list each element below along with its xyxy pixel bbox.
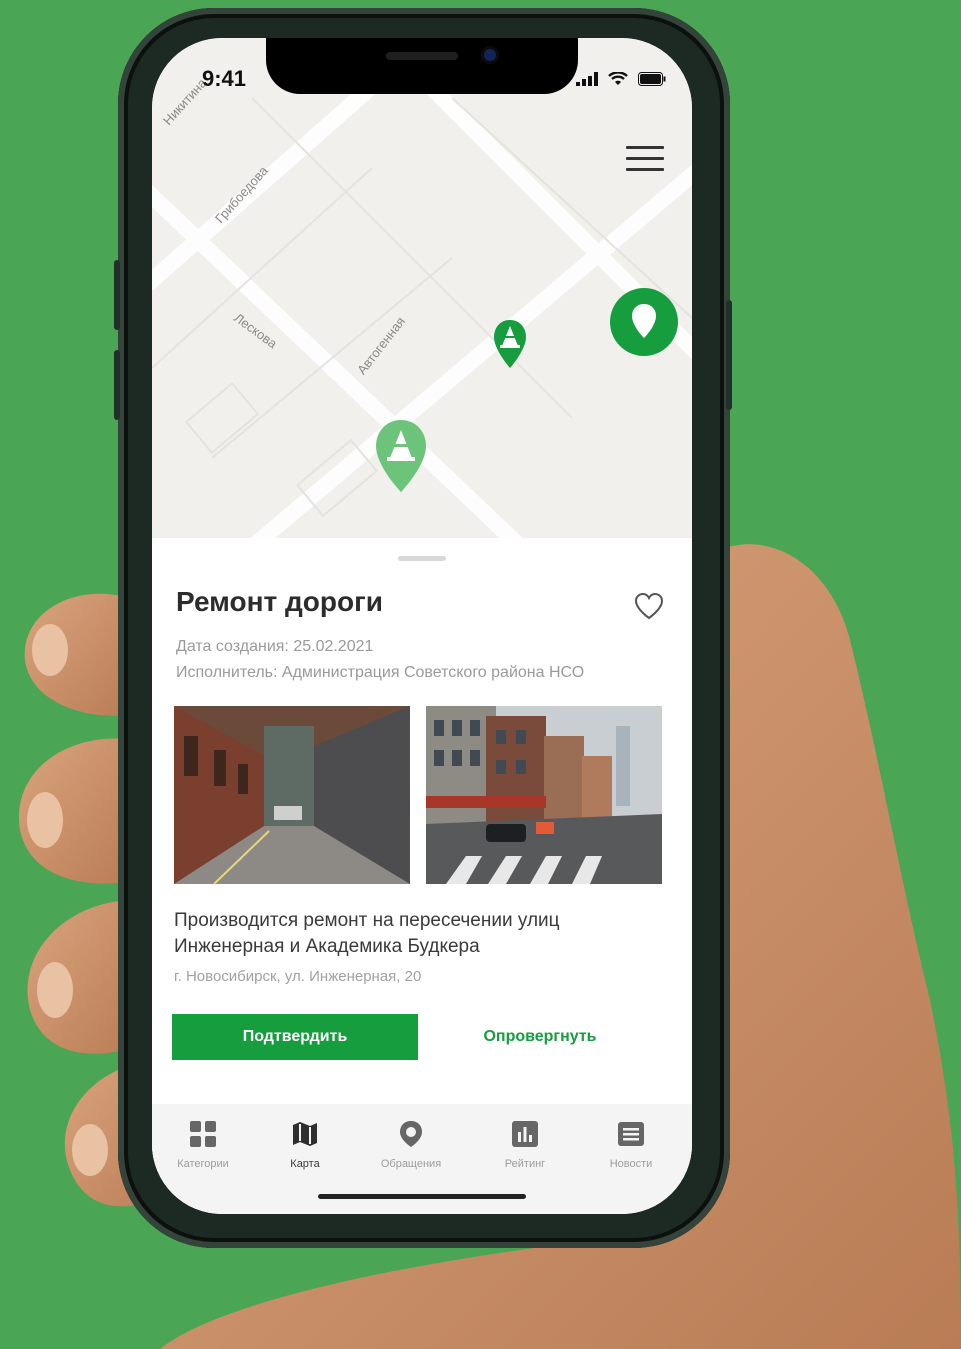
pin-icon [400, 1121, 422, 1147]
tab-news[interactable]: Новости [586, 1120, 676, 1172]
phone-volume-button [114, 260, 120, 330]
issue-description: Производится ремонт на пересечении улиц … [174, 910, 560, 957]
wifi-icon [608, 72, 628, 85]
issue-photo[interactable] [174, 706, 410, 884]
notch [266, 38, 578, 94]
battery-icon [638, 72, 666, 86]
tab-categories[interactable]: Категории [158, 1120, 248, 1172]
tab-appeals[interactable]: Обращения [366, 1120, 456, 1172]
home-indicator[interactable] [318, 1194, 526, 1199]
confirm-button[interactable]: Подтвердить [172, 1014, 418, 1060]
issue-photo[interactable] [426, 706, 662, 884]
map-icon [293, 1122, 317, 1146]
tab-rating[interactable]: Рейтинг [480, 1120, 570, 1172]
issue-title: Ремонт дороги [176, 586, 383, 617]
tab-label: Обращения [380, 1158, 442, 1170]
issue-address: г. Новосибирск, ул. Инженерная, 20 [174, 968, 422, 985]
tab-label: Категории [177, 1158, 229, 1170]
hamburger-icon [626, 146, 664, 149]
phone-volume-button [114, 350, 120, 420]
deny-button[interactable]: Опровергнуть [462, 1014, 618, 1060]
heart-icon[interactable] [634, 592, 664, 620]
status-icons [576, 72, 666, 86]
tab-map[interactable]: Карта [260, 1120, 350, 1172]
app-screen: Никитина Грибоедова Лескова Автогенная 9… [152, 38, 692, 1214]
phone-side-button [726, 300, 732, 410]
tab-label: Карта [290, 1158, 320, 1170]
map-pin-selected[interactable] [608, 286, 680, 358]
map-pin-road-works[interactable] [492, 318, 528, 370]
map-pin-road-works-light[interactable] [374, 418, 428, 494]
issue-created-date: Дата создания: 25.02.2021 [176, 638, 374, 655]
menu-button[interactable] [626, 146, 664, 176]
status-time: 9:41 [202, 66, 247, 91]
tab-label: Рейтинг [504, 1158, 546, 1170]
chart-icon [512, 1121, 538, 1147]
news-icon [618, 1122, 644, 1146]
map-view[interactable]: Никитина Грибоедова Лескова Автогенная [152, 38, 692, 550]
signal-icon [576, 72, 598, 86]
issue-executor: Исполнитель: Администрация Советского ра… [176, 664, 585, 681]
tab-label: Новости [609, 1158, 653, 1170]
sheet-handle[interactable] [398, 556, 446, 561]
grid-icon [190, 1121, 216, 1147]
